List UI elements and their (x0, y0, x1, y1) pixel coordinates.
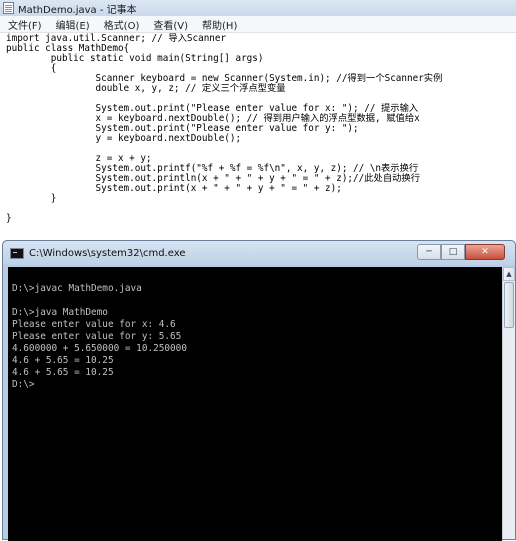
console-line: Please enter value for y: 5.65 (12, 331, 182, 342)
console-line: Please enter value for x: 4.6 (12, 319, 176, 330)
notepad-titlebar[interactable]: MathDemo.java - 记事本 (0, 0, 516, 16)
notepad-icon (3, 2, 14, 14)
close-button[interactable]: ✕ (465, 244, 505, 260)
vertical-scrollbar[interactable]: ▲ (502, 267, 515, 539)
cmd-titlebar[interactable]: C:\Windows\system32\cmd.exe ─ □ ✕ (3, 241, 515, 265)
notepad-editor[interactable]: import java.util.Scanner; // 导入Scanner p… (0, 34, 516, 240)
code-line: y = keyboard.nextDouble(); (6, 133, 242, 144)
menu-format[interactable]: 格式(O) (102, 16, 142, 33)
console-line: D:\> (12, 379, 35, 390)
code-line: } (6, 193, 57, 204)
cmd-window: C:\Windows\system32\cmd.exe ─ □ ✕ D:\>ja… (2, 240, 516, 541)
notepad-menubar: 文件(F) 编辑(E) 格式(O) 查看(V) 帮助(H) (0, 16, 516, 33)
code-line: System.out.print(x + " + " + y + " = " +… (6, 183, 342, 194)
scrollbar-thumb[interactable] (504, 282, 514, 328)
console-line: 4.6 + 5.65 = 10.25 (12, 355, 114, 366)
console-line: 4.600000 + 5.650000 = 10.250000 (12, 343, 187, 354)
menu-view[interactable]: 查看(V) (151, 16, 190, 33)
maximize-button[interactable]: □ (441, 244, 465, 260)
console-line: 4.6 + 5.65 = 10.25 (12, 367, 114, 378)
menu-edit[interactable]: 编辑(E) (54, 16, 92, 33)
console-line: D:\>java MathDemo (12, 307, 108, 318)
code-line: double x, y, z; // 定义三个浮点型变量 (6, 83, 286, 94)
scroll-up-arrow-icon[interactable]: ▲ (503, 267, 515, 281)
cmd-icon (10, 247, 24, 259)
notepad-title: MathDemo.java - 记事本 (18, 4, 137, 16)
code-line: } (6, 213, 12, 224)
menu-file[interactable]: 文件(F) (6, 16, 44, 33)
console-line: D:\>javac MathDemo.java (12, 283, 142, 294)
window-controls: ─ □ ✕ (417, 244, 505, 260)
menu-help[interactable]: 帮助(H) (200, 16, 239, 33)
cmd-title: C:\Windows\system32\cmd.exe (29, 247, 186, 259)
cmd-console[interactable]: D:\>javac MathDemo.java D:\>java MathDem… (8, 267, 502, 541)
minimize-button[interactable]: ─ (417, 244, 441, 260)
